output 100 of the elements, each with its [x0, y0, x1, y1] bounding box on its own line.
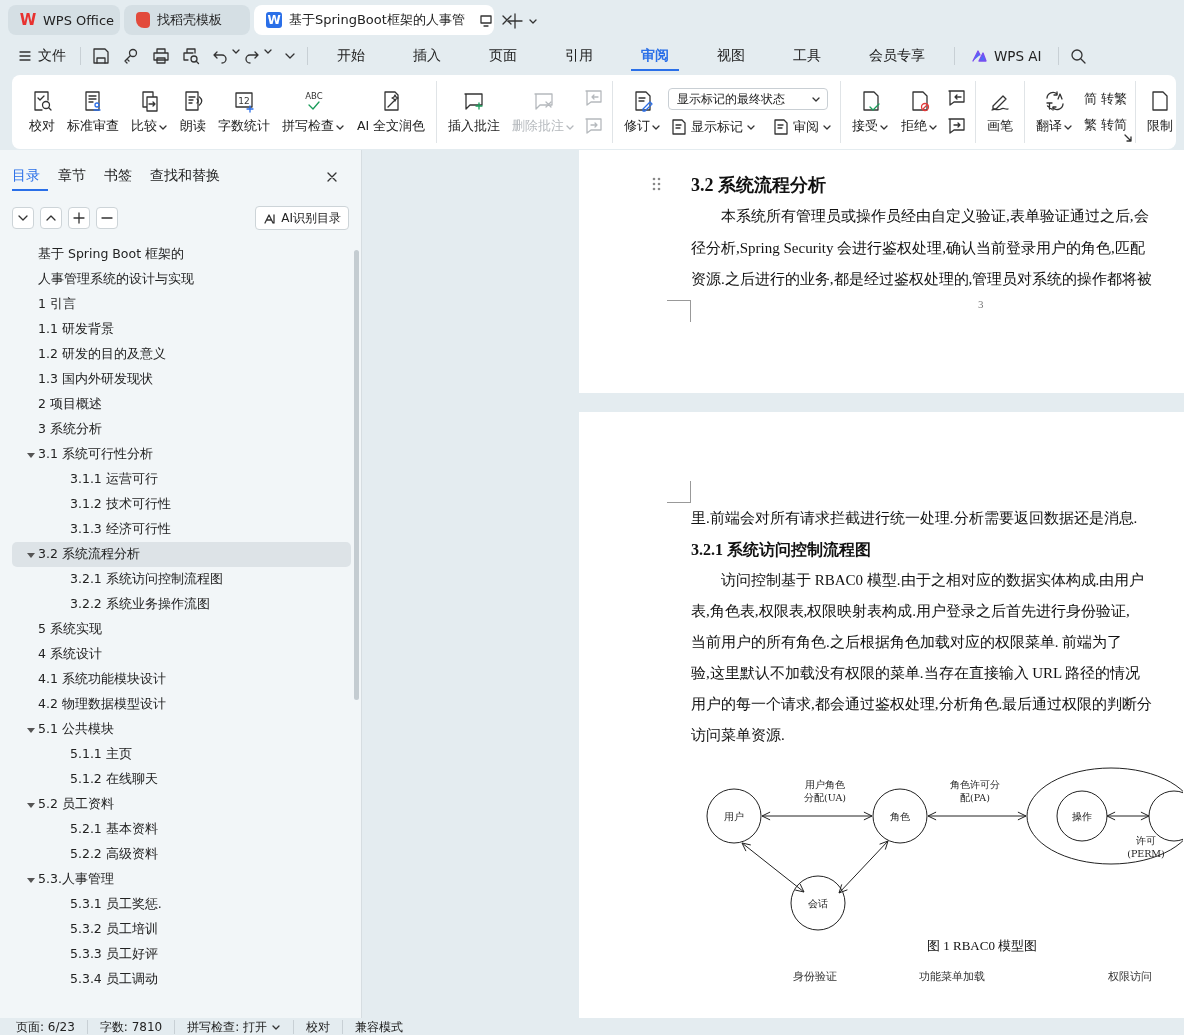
template-logo-icon [136, 12, 150, 28]
comment-nav-button[interactable] [947, 88, 968, 108]
outline-item[interactable]: 5.3.2 员工培训 [12, 917, 351, 942]
drag-handle-icon[interactable] [652, 177, 661, 191]
outline-item[interactable]: 3.2.1 系统访问控制流程图 [12, 567, 351, 592]
outline-item[interactable]: 5.1.2 在线聊天 [12, 767, 351, 792]
close-button[interactable] [325, 170, 339, 184]
ribbon-button[interactable]: 插入批注 [443, 87, 506, 137]
ribbon-button[interactable]: 显示标记 [668, 118, 759, 136]
document-logo: W [266, 12, 282, 28]
app-logo: W [20, 12, 36, 28]
outline-item[interactable]: 5.3.3 员工好评 [12, 942, 351, 967]
ai-outline-button[interactable]: AI识别目录 [255, 206, 349, 230]
add-button[interactable] [68, 207, 90, 229]
outline-item[interactable]: 1.3 国内外研发现状 [12, 367, 351, 392]
print-icon[interactable] [151, 46, 171, 66]
status-item[interactable]: 兼容模式 [342, 1019, 416, 1034]
diagram-label: 身份验证 [793, 969, 837, 984]
markup-select[interactable]: 显示标记的最终状态 [668, 88, 829, 110]
outline-item[interactable]: 5.3.1 员工奖惩. [12, 892, 351, 917]
ribbon-tab[interactable]: 审阅 [631, 41, 679, 71]
ribbon-button[interactable]: 朗读 [175, 87, 211, 137]
outline-item[interactable]: 5.1 公共模块 [12, 717, 351, 742]
panel-tab[interactable]: 查找和替换 [150, 163, 228, 191]
ribbon-button[interactable]: 繁 转简 [1080, 116, 1130, 134]
ribbon-button[interactable]: 审阅 [770, 118, 835, 136]
tab-title: 找稻壳模板 [157, 11, 222, 29]
ribbon-tab[interactable]: 会员专享 [859, 41, 935, 71]
wps-ai-button[interactable]: WPS AI [965, 47, 1048, 65]
ribbon-button[interactable]: 简 转繁 [1080, 90, 1130, 108]
status-item[interactable]: 字数: 7810 [86, 1019, 175, 1034]
comment-nav-button[interactable] [947, 116, 968, 136]
body-paragraph: 里.前端会对所有请求拦截进行统一处理.分析需要返回数据还是消息. [691, 509, 1138, 528]
ribbon-tab[interactable]: 插入 [403, 41, 451, 71]
ribbon-button[interactable]: 画笔 [982, 87, 1019, 137]
diagram-node: 会话 [790, 875, 846, 931]
menu-icon [18, 49, 32, 63]
section-heading: 3.2.1 系统访问控制流程图 [691, 540, 871, 560]
outline-item[interactable]: 4.2 物理数据模型设计 [12, 692, 351, 717]
ribbon-button[interactable]: AI 全文润色 [352, 87, 431, 137]
outline-item[interactable]: 2 项目概述 [12, 392, 351, 417]
outline-item[interactable]: 3.1 系统可行性分析 [12, 442, 351, 467]
ribbon-button[interactable]: 修订 [619, 87, 667, 137]
outline-item[interactable]: 1.1 研发背景 [12, 317, 351, 342]
outline-item[interactable]: 5.2.1 基本资料 [12, 817, 351, 842]
ribbon-button[interactable]: 比较 [126, 87, 173, 137]
new-tab-icon[interactable] [506, 12, 524, 30]
status-item[interactable]: 页面: 6/23 [16, 1019, 87, 1034]
double-arrow [1106, 811, 1150, 821]
ribbon-tab[interactable]: 页面 [479, 41, 527, 71]
save-icon[interactable] [91, 46, 111, 66]
ribbon-tab[interactable]: 引用 [555, 41, 603, 71]
ribbon-button[interactable]: 限制 [1142, 87, 1176, 137]
panel-tab[interactable]: 书签 [104, 163, 140, 191]
double-arrow [838, 840, 889, 894]
ribbon-tab[interactable]: 工具 [783, 41, 831, 71]
outline-item[interactable]: 1 引言 [12, 292, 351, 317]
app-tab[interactable]: W WPS Office [8, 5, 120, 35]
doc-icon [670, 118, 689, 136]
ribbon-tab[interactable]: 开始 [327, 41, 375, 71]
outline-item[interactable]: 5.2 员工资料 [12, 792, 351, 817]
ribbon-button[interactable]: 12 字数统计 [213, 87, 275, 137]
ribbon-button[interactable]: 拒绝 [896, 87, 944, 137]
status-item[interactable]: 校对 [293, 1019, 343, 1034]
file-menu[interactable]: 文件 [14, 45, 70, 67]
outline-item[interactable]: 5.3.4 员工调动 [12, 967, 351, 992]
search-icon[interactable] [1068, 47, 1087, 65]
outline-item[interactable]: 3 系统分析 [12, 417, 351, 442]
print-preview-icon[interactable] [181, 46, 201, 66]
app-tab[interactable]: 找稻壳模板 [124, 5, 250, 35]
ribbon-button[interactable]: 翻译 [1031, 87, 1079, 137]
close-icon [325, 170, 339, 184]
outline-item[interactable]: 3.2 系统流程分析 [12, 542, 351, 567]
outline-item[interactable]: 3.1.2 技术可行性 [12, 492, 351, 517]
outline-item[interactable]: 基于 Spring Boot 框架的 [12, 242, 351, 267]
outline-item[interactable]: 5.2.2 高级资料 [12, 842, 351, 867]
outline-item[interactable]: 3.1.1 运营可行 [12, 467, 351, 492]
remove-button[interactable] [96, 207, 118, 229]
ribbon-button[interactable]: 接受 [847, 87, 895, 137]
outline-item[interactable]: 1.2 研发的目的及意义 [12, 342, 351, 367]
ribbon-button[interactable]: 标准审查 [62, 87, 124, 137]
ai-logo-icon [971, 48, 989, 64]
scrollbar-thumb[interactable] [354, 250, 359, 700]
diagram-label: 权限访问 [1108, 969, 1152, 984]
ribbon-button[interactable]: 校对 [24, 87, 60, 137]
panel-tab[interactable]: 章节 [58, 163, 94, 191]
ribbon-tab[interactable]: 视图 [707, 41, 755, 71]
ribbon-button[interactable]: ABC 拼写检查 [277, 87, 350, 137]
outline-item[interactable]: 4 系统设计 [12, 642, 351, 667]
outline-item[interactable]: 人事管理系统的设计与实现 [12, 267, 351, 292]
outline-item[interactable]: 4.1 系统功能模块设计 [12, 667, 351, 692]
outline-item[interactable]: 3.2.2 系统业务操作流图 [12, 592, 351, 617]
outline-item[interactable]: 5.1.1 主页 [12, 742, 351, 767]
dialog-launcher-icon[interactable] [1123, 133, 1134, 143]
panel-tab[interactable]: 目录 [12, 163, 48, 191]
outline-item[interactable]: 3.1.3 经济可行性 [12, 517, 351, 542]
status-item[interactable]: 拼写检查: 打开 [174, 1019, 294, 1034]
outline-item[interactable]: 5.3.人事管理 [12, 867, 351, 892]
margin-corner-mark [667, 299, 691, 322]
outline-item[interactable]: 5 系统实现 [12, 617, 351, 642]
